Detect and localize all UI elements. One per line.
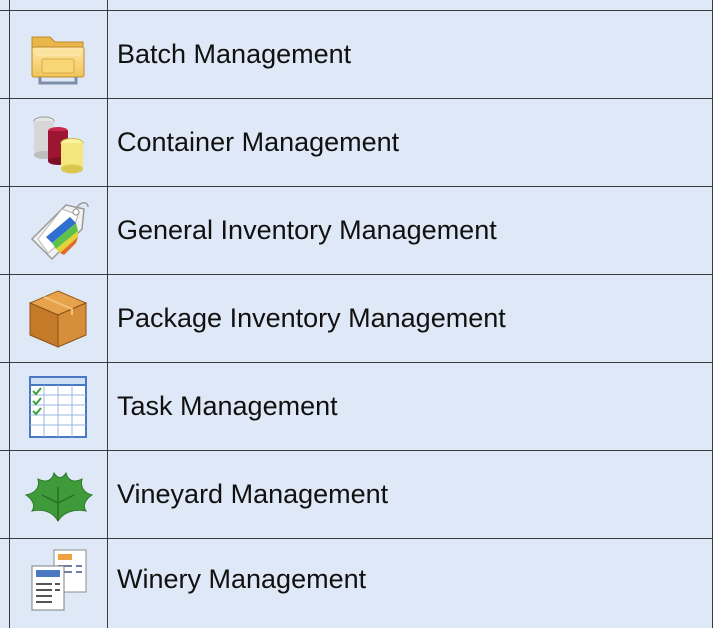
- package-box-icon: [10, 275, 106, 362]
- documents-icon: [10, 539, 106, 620]
- table-left-border: [9, 0, 10, 628]
- menu-item-label: Package Inventory Management: [117, 303, 506, 333]
- menu-item-label: Winery Management: [117, 564, 367, 594]
- vine-leaf-icon: [10, 451, 106, 538]
- containers-icon: [10, 99, 106, 186]
- menu-item-label: Container Management: [117, 127, 400, 157]
- menu-item-label: General Inventory Management: [117, 215, 497, 245]
- menu-item-label: Vineyard Management: [117, 479, 389, 509]
- menu-item-label: Task Management: [117, 391, 338, 421]
- tags-icon: [10, 187, 106, 274]
- menu-item-label: Batch Management: [117, 39, 352, 69]
- table-column-divider: [107, 0, 108, 628]
- management-menu: Batch Management Container Management Ge…: [0, 0, 713, 628]
- task-calendar-icon: [10, 363, 106, 450]
- folder-icon: [10, 11, 106, 98]
